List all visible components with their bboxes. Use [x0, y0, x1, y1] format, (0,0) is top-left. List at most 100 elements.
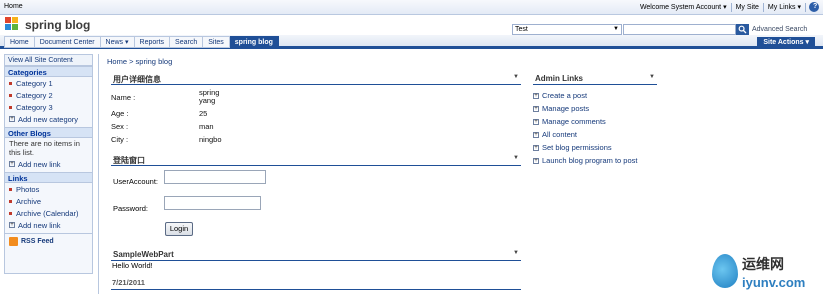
category-item[interactable]: Category 3: [5, 101, 92, 113]
user-info-webpart: 用户详细信息 ▼ Name : spring yang Age : 25 Sex…: [111, 73, 521, 146]
sex-row: Sex : man: [111, 122, 521, 133]
tab-strip: Home Document Center News ▾ Reports Sear…: [4, 36, 279, 48]
watermark-en: iyunv.com: [742, 275, 806, 290]
name-label: Name :: [111, 92, 136, 102]
add-icon: +: [9, 222, 15, 228]
link-icon: +: [533, 105, 539, 112]
advanced-search-link[interactable]: Advanced Search: [752, 26, 807, 33]
admin-link[interactable]: + All content: [533, 128, 657, 141]
help-icon[interactable]: ?: [809, 2, 819, 12]
sex-value: man: [199, 122, 214, 131]
add-link-button[interactable]: + Add new link: [5, 158, 92, 170]
webpart-menu-icon[interactable]: ▼: [513, 250, 519, 256]
webpart-menu-icon[interactable]: ▼: [513, 74, 519, 80]
bullet-icon: [9, 81, 12, 85]
webpart-menu-icon[interactable]: ▼: [649, 74, 655, 80]
topbar-home-link[interactable]: Home: [4, 3, 23, 10]
admin-link[interactable]: + Manage comments: [533, 115, 657, 128]
links-heading[interactable]: Links: [5, 172, 92, 183]
webpart-title: 用户详细信息 ▼: [111, 73, 521, 85]
add-category-link[interactable]: + Add new category: [5, 113, 92, 125]
search-input[interactable]: [623, 24, 736, 35]
admin-link[interactable]: + Launch blog program to post: [533, 154, 657, 167]
sample-date: 7/21/2011: [112, 278, 145, 287]
categories-heading[interactable]: Categories: [5, 66, 92, 77]
rss-label: RSS Feed: [21, 238, 54, 245]
divider: [805, 2, 806, 12]
admin-link[interactable]: + Create a post: [533, 89, 657, 102]
category-label: Category 1: [16, 78, 53, 88]
breadcrumb[interactable]: Home > spring blog: [107, 57, 172, 66]
tab-spring-blog[interactable]: spring blog: [229, 36, 279, 48]
search-go-button[interactable]: [736, 24, 749, 35]
site-logo-icon: [5, 17, 20, 31]
admin-links-webpart: Admin Links ▼ + Create a post + Manage pos…: [533, 73, 657, 167]
sex-label: Sex :: [111, 122, 129, 131]
password-input[interactable]: [164, 196, 261, 210]
admin-link[interactable]: + Set blog permissions: [533, 141, 657, 154]
sample-text: Hello World!: [112, 261, 153, 270]
link-label: Photos: [16, 184, 40, 194]
admin-links-title: Admin Links: [535, 74, 584, 83]
login-webpart: 登陆窗口 ▼ UserAccount: Password: Login: [111, 154, 521, 237]
rss-feed-link[interactable]: RSS Feed: [5, 233, 92, 249]
tab-home[interactable]: Home: [4, 36, 35, 48]
admin-link-label: Manage posts: [542, 104, 590, 113]
my-links-menu[interactable]: My Links ▾: [764, 3, 805, 11]
name-value-line: yang: [199, 96, 216, 105]
city-row: City : ningbo: [111, 135, 521, 146]
webpart-menu-icon[interactable]: ▼: [513, 155, 519, 161]
age-row: Age : 25: [111, 109, 521, 120]
site-actions-menu[interactable]: Site Actions ▾: [757, 37, 815, 49]
city-value: ningbo: [199, 135, 222, 144]
add-icon: +: [9, 116, 15, 122]
webpart-title: Admin Links ▼: [533, 73, 657, 85]
tab-sites[interactable]: Sites: [203, 36, 230, 48]
rss-icon: [9, 237, 18, 246]
my-site-link[interactable]: My Site: [732, 4, 763, 11]
empty-list-message: There are no items in this list.: [9, 139, 80, 157]
city-label: City :: [111, 135, 129, 144]
link-item[interactable]: Photos: [5, 183, 92, 195]
admin-link-label: Launch blog program to post: [542, 156, 638, 165]
bullet-icon: [9, 93, 12, 97]
admin-link-label: Create a post: [542, 91, 588, 100]
tab-document-center[interactable]: Document Center: [34, 36, 101, 48]
link-label: Archive: [16, 196, 42, 206]
view-all-site-content-link[interactable]: View All Site Content: [5, 55, 92, 66]
site-title[interactable]: spring blog: [25, 18, 90, 32]
add-icon: +: [9, 161, 15, 167]
topbar-links: Welcome System Account ▾ My Site My Link…: [636, 2, 819, 12]
link-item[interactable]: Archive (Calendar): [5, 207, 92, 219]
add-link-label: Add new link: [18, 220, 61, 230]
watermark: 运维网 iyunv.com: [712, 248, 820, 298]
category-label: Category 2: [16, 90, 53, 100]
top-nav-bar: Home Document Center News ▾ Reports Sear…: [0, 35, 823, 49]
search-scope-select[interactable]: Test ▼: [512, 24, 622, 35]
category-item[interactable]: Category 2: [5, 89, 92, 101]
sample-webpart: SampleWebPart ▼ Hello World! 7/21/2011: [111, 249, 521, 290]
other-blogs-heading[interactable]: Other Blogs: [5, 127, 92, 138]
admin-link-label: Set blog permissions: [542, 143, 612, 152]
link-icon: +: [533, 144, 539, 151]
name-value: spring yang: [199, 89, 219, 105]
add-link-button[interactable]: + Add new link: [5, 219, 92, 231]
search-scope-value: Test: [515, 26, 528, 33]
link-item[interactable]: Archive: [5, 195, 92, 207]
chevron-down-icon: ▼: [613, 26, 619, 32]
link-icon: +: [533, 131, 539, 138]
tab-reports[interactable]: Reports: [134, 36, 171, 48]
watermark-logo-icon: [712, 254, 738, 288]
sample-title: SampleWebPart: [113, 250, 174, 259]
bullet-icon: [9, 187, 12, 191]
user-account-input[interactable]: [164, 170, 266, 184]
password-label: Password:: [113, 204, 149, 213]
welcome-menu[interactable]: Welcome System Account ▾: [636, 3, 731, 11]
tab-search[interactable]: Search: [170, 36, 204, 48]
category-item[interactable]: Category 1: [5, 77, 92, 89]
tab-news[interactable]: News ▾: [100, 36, 135, 48]
login-title: 登陆窗口: [113, 156, 145, 165]
admin-link[interactable]: + Manage posts: [533, 102, 657, 115]
webpart-title: SampleWebPart ▼: [111, 249, 521, 261]
login-button[interactable]: Login: [165, 222, 193, 236]
